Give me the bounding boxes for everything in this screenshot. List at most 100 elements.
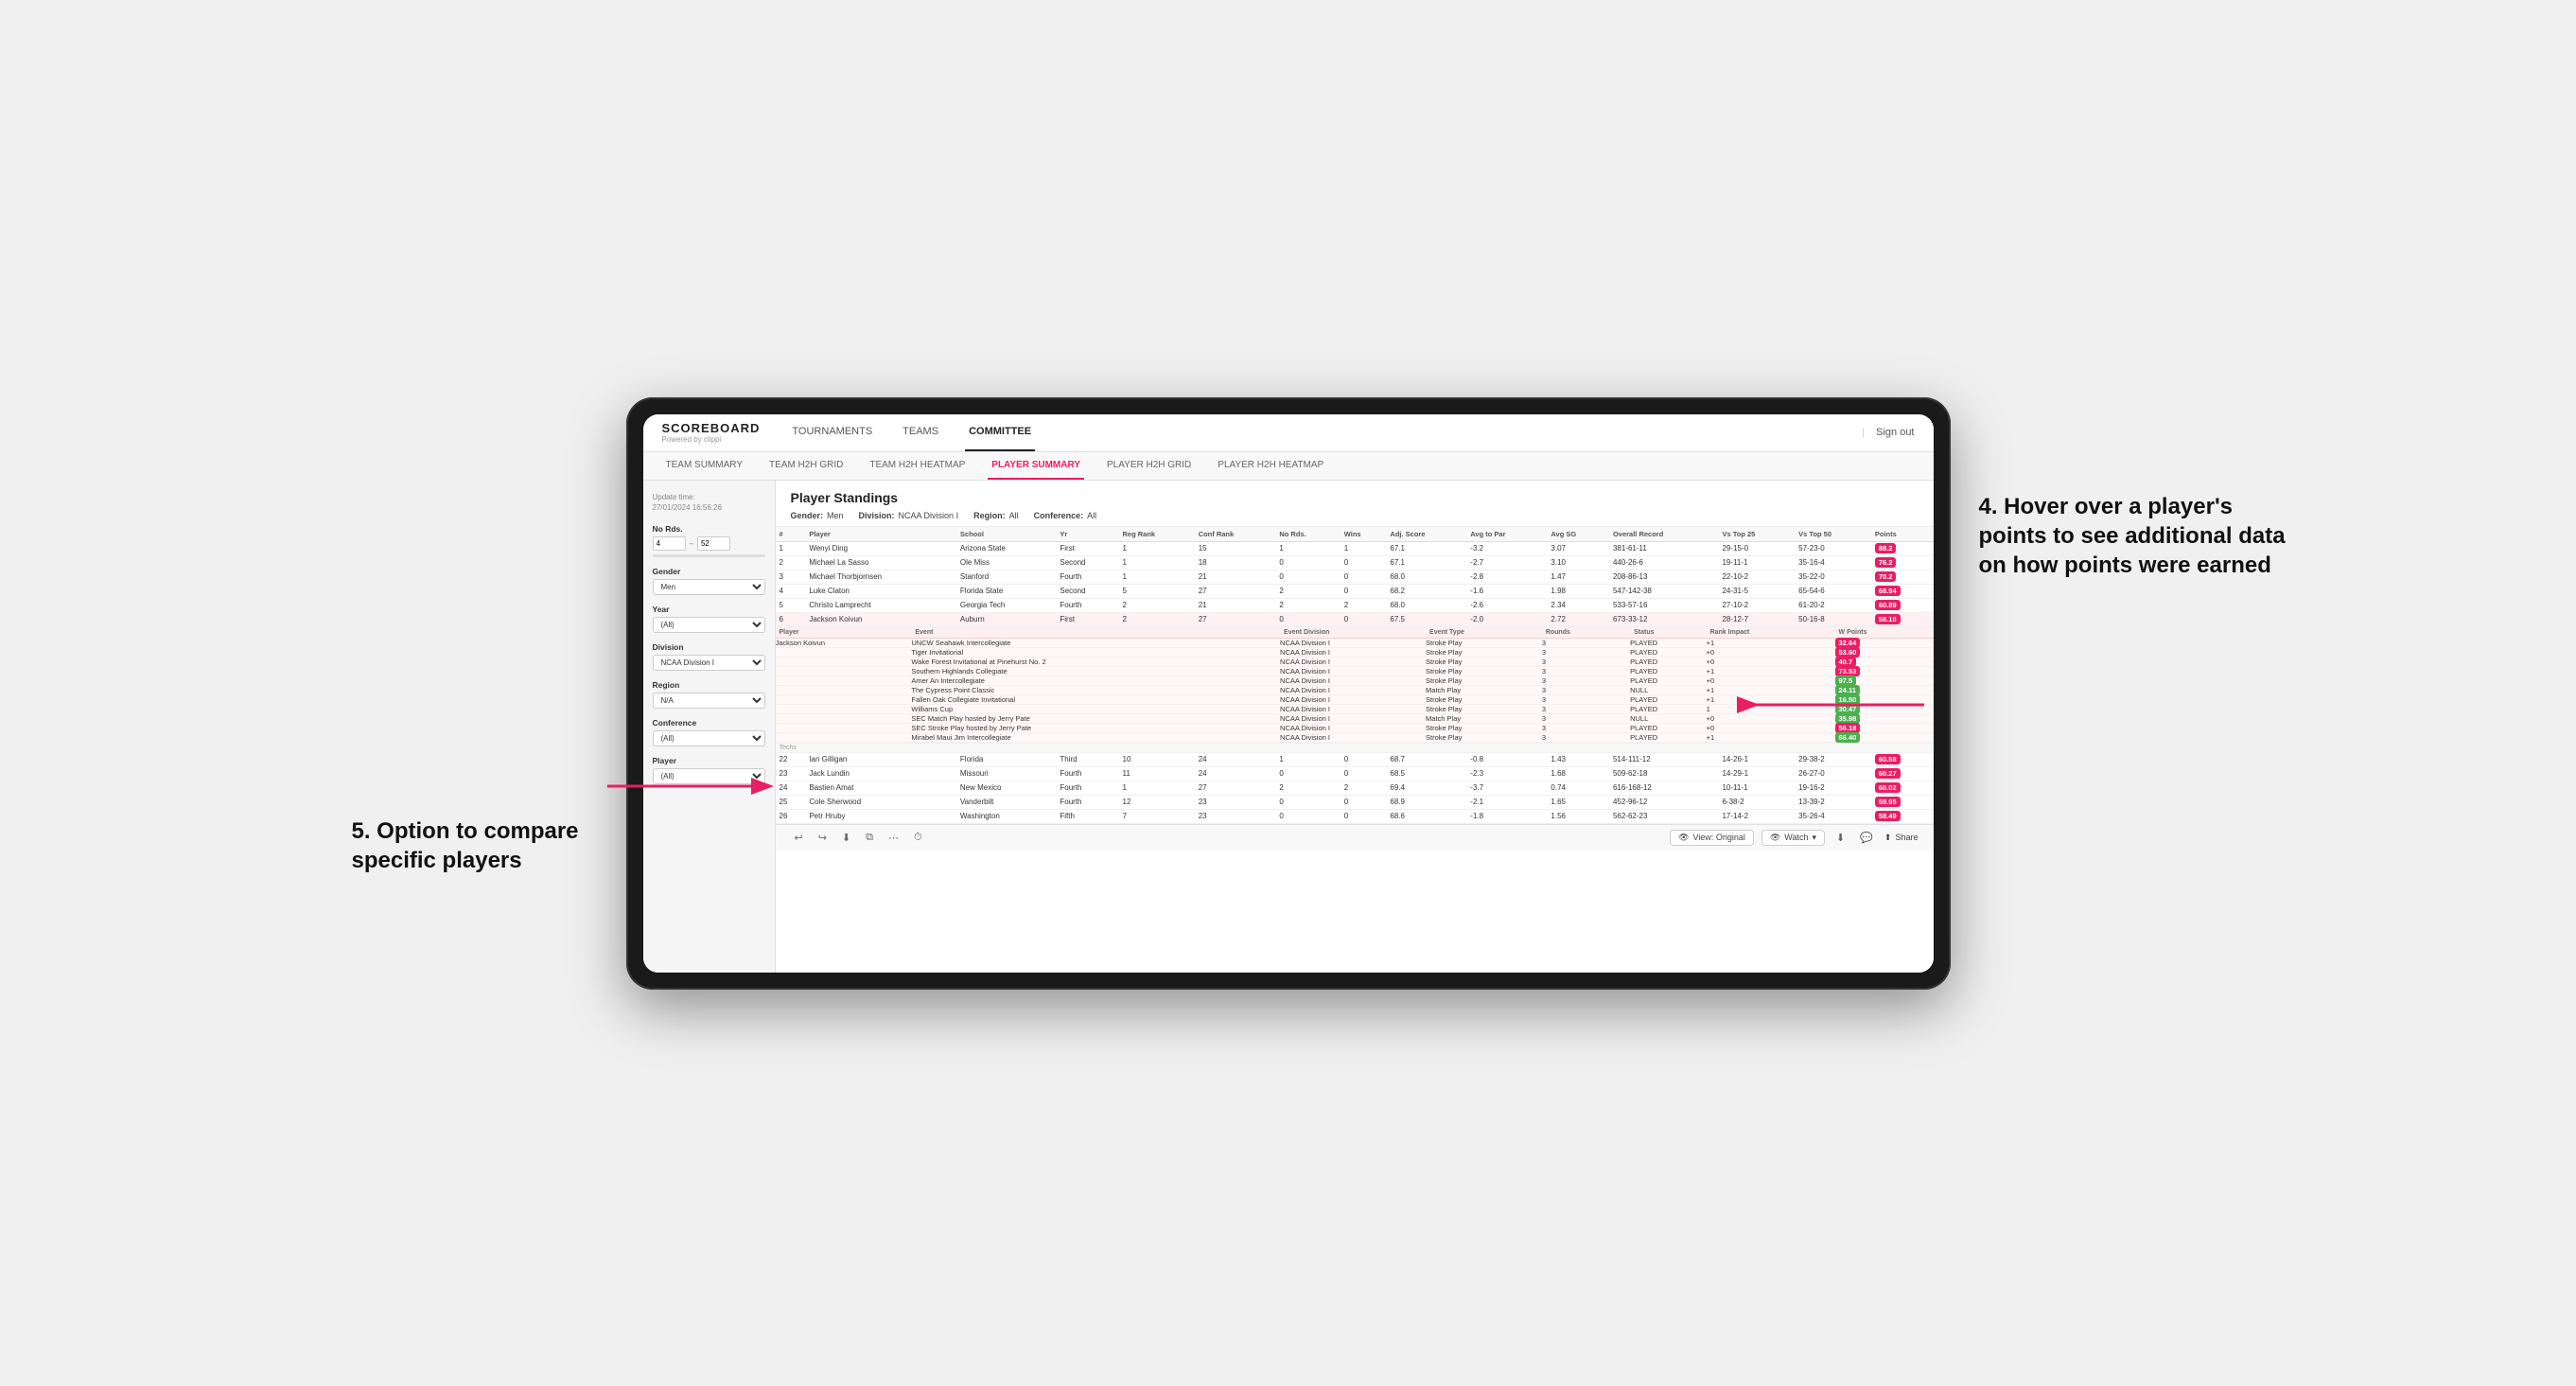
cell-avg-sg: 3.07 [1547,541,1609,555]
sub-nav: TEAM SUMMARY TEAM H2H GRID TEAM H2H HEAT… [643,452,1934,481]
conference-select[interactable]: (All) [653,730,765,746]
col-avg-to-par: Avg to Par [1466,527,1547,542]
cell-player: Wenyi Ding [805,541,956,555]
sign-out-link[interactable]: Sign out [1876,427,1914,438]
table-head: # Player School Yr Reg Rank Conf Rank No… [776,527,1934,542]
watch-icon: 👁 [1770,833,1780,843]
filter-conference: Conference: All [1034,511,1097,520]
redo-button[interactable]: ↪ [815,830,831,846]
left-arrow-icon [598,758,787,815]
annotation-left: 5. Option to compare specific players [352,816,598,875]
eye-icon: 👁 [1678,833,1689,843]
watch-button[interactable]: 👁 Watch ▾ [1761,830,1825,846]
copy-button[interactable]: ⧉ [862,830,877,846]
view-original-button[interactable]: 👁 View: Original [1670,830,1754,846]
logo-powered: Powered by clippi [662,435,761,444]
region-select[interactable]: N/A [653,693,765,709]
logo-scoreboard: SCOREBOARD [662,421,761,435]
sidebar-gender: Gender Men Women [653,567,765,595]
main-nav: TOURNAMENTS TEAMS COMMITTEE [788,414,1862,452]
divider-icon: | [1862,427,1865,438]
table-row[interactable]: 25 Cole Sherwood Vanderbilt Fourth 12 23… [776,795,1934,809]
main-content: Update time: 27/01/2024 16:56:26 No Rds.… [643,481,1934,973]
logo-area: SCOREBOARD Powered by clippi [662,421,761,444]
cell-reg-rank: 1 [1119,541,1195,555]
table-row[interactable]: 24 Bastien Amat New Mexico Fourth 1 27 2… [776,781,1934,795]
tablet-screen: SCOREBOARD Powered by clippi TOURNAMENTS… [643,414,1934,973]
feedback-button[interactable]: 💬 [1856,830,1877,846]
sub-nav-h2h-grid[interactable]: TEAM H2H GRID [765,452,847,480]
share-button[interactable]: ⬆ Share [1884,833,1919,843]
download2-button[interactable]: ⬇ [1832,830,1849,846]
sidebar-year: Year (All) [653,605,765,633]
col-overall: Overall Record [1609,527,1719,542]
cell-school: Arizona State [956,541,1056,555]
standings-title: Player Standings [791,490,1919,505]
download-button[interactable]: ⬇ [838,830,854,846]
table-row[interactable]: 22 Ian Gilligan Florida Third 10 24 1 0 … [776,752,1934,766]
table-row[interactable]: 5 Christo Lamprecht Georgia Tech Fourth … [776,598,1934,612]
col-vs-top25: Vs Top 25 [1718,527,1795,542]
event-row[interactable]: Mirabel Maui Jim Intercollegiate NCAA Di… [776,732,1934,742]
cell-conf-rank: 15 [1195,541,1276,555]
sidebar-conference: Conference (All) [653,718,765,746]
col-no-rds: No Rds. [1275,527,1340,542]
filter-division: Division: NCAA Division I [859,511,959,520]
event-row[interactable]: Jackson Koivun UNCW Seahawk Intercollegi… [776,638,1934,647]
cell-overall: 381-61-11 [1609,541,1719,555]
sub-nav-team-summary[interactable]: TEAM SUMMARY [662,452,747,480]
cell-vs25: 29-15-0 [1718,541,1795,555]
share-icon: ⬆ [1884,833,1892,843]
settings-button[interactable]: ⏱ [910,830,926,846]
col-player: Player [805,527,956,542]
table-row[interactable]: 3 Michael Thorbjornsen Stanford Fourth 1… [776,570,1934,584]
nav-committee[interactable]: COMMITTEE [965,414,1035,452]
no-rds-min-input[interactable] [653,536,686,551]
table-row[interactable]: 1 Wenyi Ding Arizona State First 1 15 1 … [776,541,1934,555]
division-select[interactable]: NCAA Division I [653,655,765,671]
undo-button[interactable]: ↩ [791,830,807,846]
chevron-down-icon: ▾ [1812,833,1816,843]
no-rds-max-input[interactable] [697,536,730,551]
table-row[interactable]: 23 Jack Lundin Missouri Fourth 11 24 0 0… [776,766,1934,781]
event-row[interactable]: Tiger Invitational NCAA Division I Strok… [776,647,1934,657]
nav-tournaments[interactable]: TOURNAMENTS [788,414,876,452]
annotation-right: 4. Hover over a player's points to see a… [1979,492,2301,581]
cell-adj-score: 67.1 [1386,541,1466,555]
sub-nav-player-h2h-heatmap[interactable]: PLAYER H2H HEATMAP [1214,452,1327,480]
col-avg-sg: Avg SG [1547,527,1609,542]
event-row[interactable]: Southern Highlands Collegiate NCAA Divis… [776,666,1934,675]
gender-select[interactable]: Men Women [653,579,765,595]
header-right: | Sign out [1862,427,1914,438]
col-reg-rank: Reg Rank [1119,527,1195,542]
filter-gender: Gender: Men [791,511,844,520]
col-rank: # [776,527,806,542]
app-header: SCOREBOARD Powered by clippi TOURNAMENTS… [643,414,1934,452]
cell-points[interactable]: 88.2 [1871,541,1934,555]
more-button[interactable]: ⋯ [885,830,902,846]
col-vs-top50: Vs Top 50 [1795,527,1871,542]
right-arrow-icon [1744,676,1934,733]
year-select[interactable]: (All) [653,617,765,633]
table-row[interactable]: 6 Jackson Koivun Auburn First 2 27 0 0 6… [776,612,1934,626]
slider-track[interactable] [653,554,765,557]
col-conf-rank: Conf Rank [1195,527,1276,542]
event-row[interactable]: Wake Forest Invitational at Pinehurst No… [776,657,1934,666]
cell-yr: First [1056,541,1118,555]
table-row[interactable]: 26 Petr Hruby Washington Fifth 7 23 0 0 … [776,809,1934,823]
divider-row: Techs [776,743,1934,752]
sub-nav-player-h2h-grid[interactable]: PLAYER H2H GRID [1103,452,1195,480]
nav-teams[interactable]: TEAMS [899,414,942,452]
table-row[interactable]: 4 Luke Claton Florida State Second 5 27 … [776,584,1934,598]
cell-avg-to-par: -3.2 [1466,541,1547,555]
cell-vs50: 57-23-0 [1795,541,1871,555]
table-row[interactable]: 2 Michael La Sasso Ole Miss Second 1 18 … [776,555,1934,570]
no-rds-row: – [653,536,765,551]
sub-nav-h2h-heatmap[interactable]: TEAM H2H HEATMAP [866,452,969,480]
table-header-section: Player Standings Gender: Men Division: N… [776,481,1934,527]
filter-row: Gender: Men Division: NCAA Division I Re… [791,511,1919,520]
col-points: Points [1871,527,1934,542]
col-wins: Wins [1341,527,1387,542]
sub-nav-player-summary[interactable]: PLAYER SUMMARY [988,452,1084,480]
col-adj-score: Adj. Score [1386,527,1466,542]
